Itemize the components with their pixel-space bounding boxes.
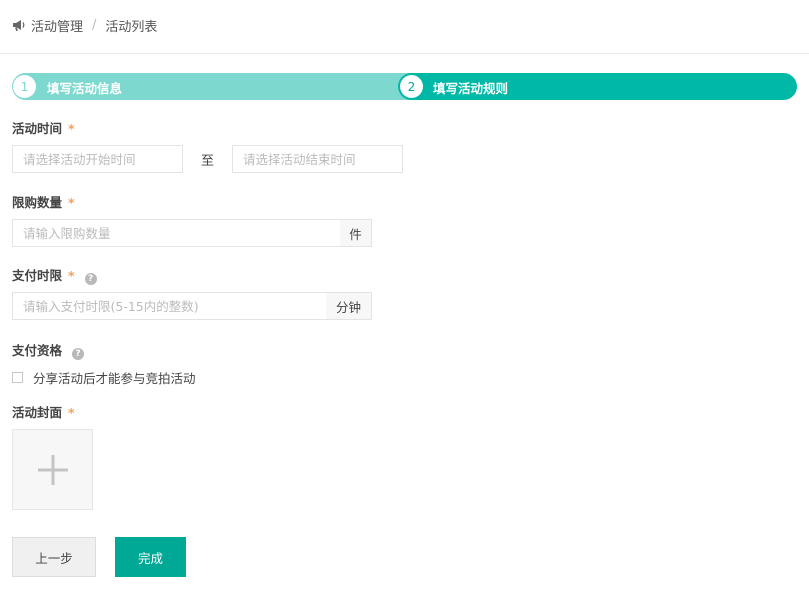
pay-limit-label-text: 支付时限 — [12, 268, 63, 283]
breadcrumb-current: 活动列表 — [105, 19, 158, 35]
quantity-unit-addon: 件 — [340, 219, 372, 247]
share-checkbox-row[interactable]: 分享活动后才能参与竞拍活动 — [12, 368, 196, 387]
required-mark: * — [68, 195, 75, 210]
cover-label-text: 活动封面 — [12, 405, 63, 420]
breadcrumb-separator: / — [92, 17, 97, 33]
plus-icon — [37, 454, 68, 485]
breadcrumb: 活动管理 / 活动列表 — [12, 16, 158, 35]
required-mark: * — [68, 121, 75, 136]
required-mark: * — [68, 405, 75, 420]
end-time-input[interactable] — [232, 145, 403, 173]
pay-eligibility-label-text: 支付资格 — [12, 343, 63, 358]
breadcrumb-parent-link[interactable]: 活动管理 — [31, 16, 83, 35]
pay-limit-unit-addon: 分钟 — [326, 292, 372, 320]
activity-time-label-text: 活动时间 — [12, 121, 63, 136]
question-circle-icon[interactable]: ? — [84, 273, 97, 285]
step-progress-bar: 1 填写活动信息 2 填写活动规则 — [12, 73, 797, 100]
share-checkbox-label[interactable]: 分享活动后才能参与竞拍活动 — [33, 368, 196, 387]
cover-label: 活动封面 * — [12, 402, 75, 421]
pay-limit-label: 支付时限 *? — [12, 265, 97, 285]
step-1-number: 1 — [13, 75, 36, 98]
finish-button[interactable]: 完成 — [115, 537, 186, 577]
pay-eligibility-label: 支付资格? — [12, 340, 85, 360]
question-circle-icon[interactable]: ? — [72, 348, 85, 360]
quantity-input[interactable] — [12, 219, 341, 247]
step-2-label: 填写活动规则 — [433, 81, 509, 96]
quantity-label-text: 限购数量 — [12, 195, 63, 210]
pay-limit-input[interactable] — [12, 292, 327, 320]
share-checkbox[interactable] — [12, 372, 23, 383]
range-separator: 至 — [201, 154, 215, 169]
header-divider — [0, 53, 809, 54]
quantity-label: 限购数量 * — [12, 192, 75, 211]
start-time-input[interactable] — [12, 145, 183, 173]
step-2-number: 2 — [400, 75, 423, 98]
previous-step-button[interactable]: 上一步 — [12, 537, 96, 577]
cover-upload-box[interactable] — [12, 429, 93, 510]
required-mark: * — [68, 268, 75, 283]
activity-time-label: 活动时间 * — [12, 118, 75, 137]
step-1-label: 填写活动信息 — [47, 81, 123, 96]
megaphone-icon — [13, 20, 25, 31]
